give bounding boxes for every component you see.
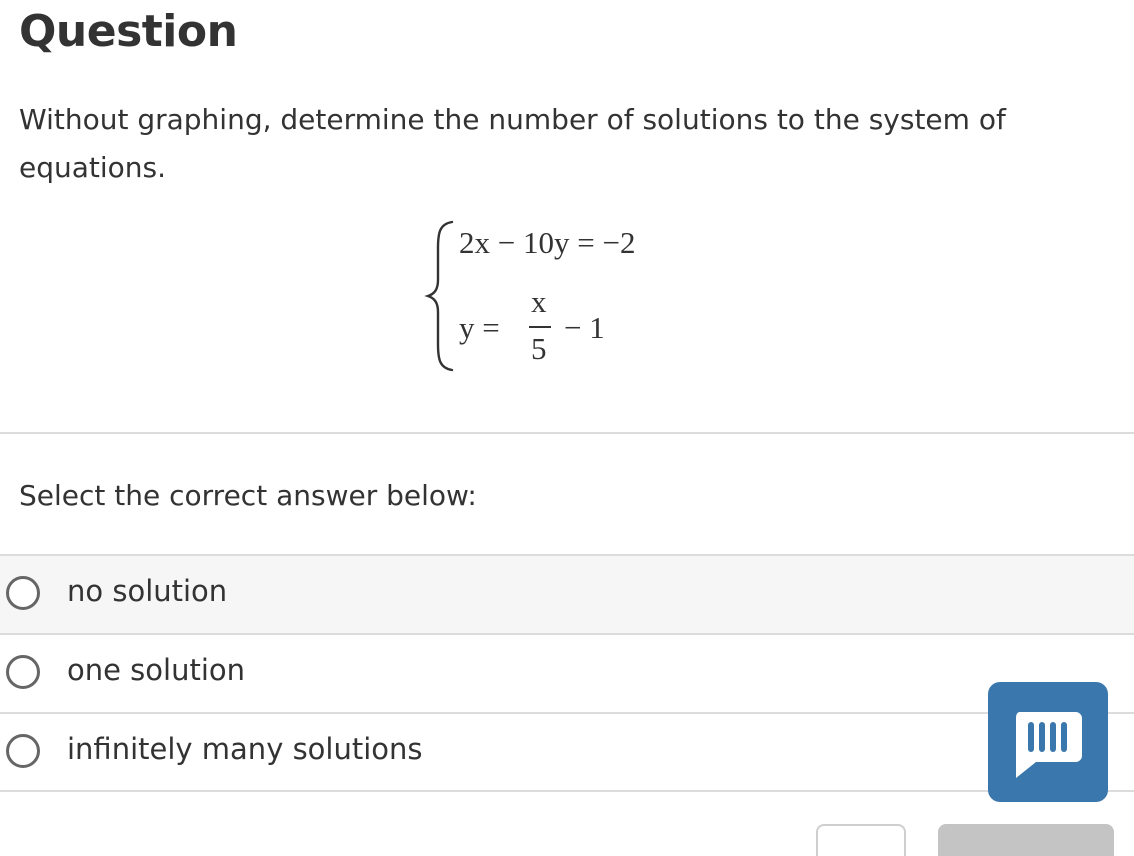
feedback-button[interactable] [988,682,1108,802]
equation-2-rhs: − 1 [564,310,605,345]
option-divider [0,790,1134,792]
radio-button[interactable] [6,576,40,610]
radio-button[interactable] [6,655,40,689]
page-title: Question [19,6,238,57]
answer-option-one-solution[interactable]: one solution [0,635,1134,713]
section-divider [0,432,1134,434]
primary-button[interactable] [938,824,1114,856]
option-label: infinitely many solutions [67,732,423,766]
fraction-bar [529,326,551,328]
left-brace-icon [424,220,454,372]
message-icon [1016,712,1082,778]
answer-instruction: Select the correct answer below: [19,479,477,512]
question-page: Question Without graphing, determine the… [0,0,1134,856]
equation-system: 2x − 10y = −2 y = x 5 − 1 [424,218,744,378]
equation-1: 2x − 10y = −2 [459,225,636,260]
answer-option-infinitely-many[interactable]: infinitely many solutions [0,714,1134,792]
option-label: no solution [67,574,228,608]
secondary-button[interactable] [816,824,906,856]
fraction-denominator: 5 [531,331,547,366]
radio-button[interactable] [6,734,40,768]
fraction-numerator: x [531,284,547,319]
equation-2-lhs: y = [459,310,500,345]
question-prompt: Without graphing, determine the number o… [19,103,1006,184]
answer-option-no-solution[interactable]: no solution [0,556,1134,634]
option-label: one solution [67,653,246,687]
